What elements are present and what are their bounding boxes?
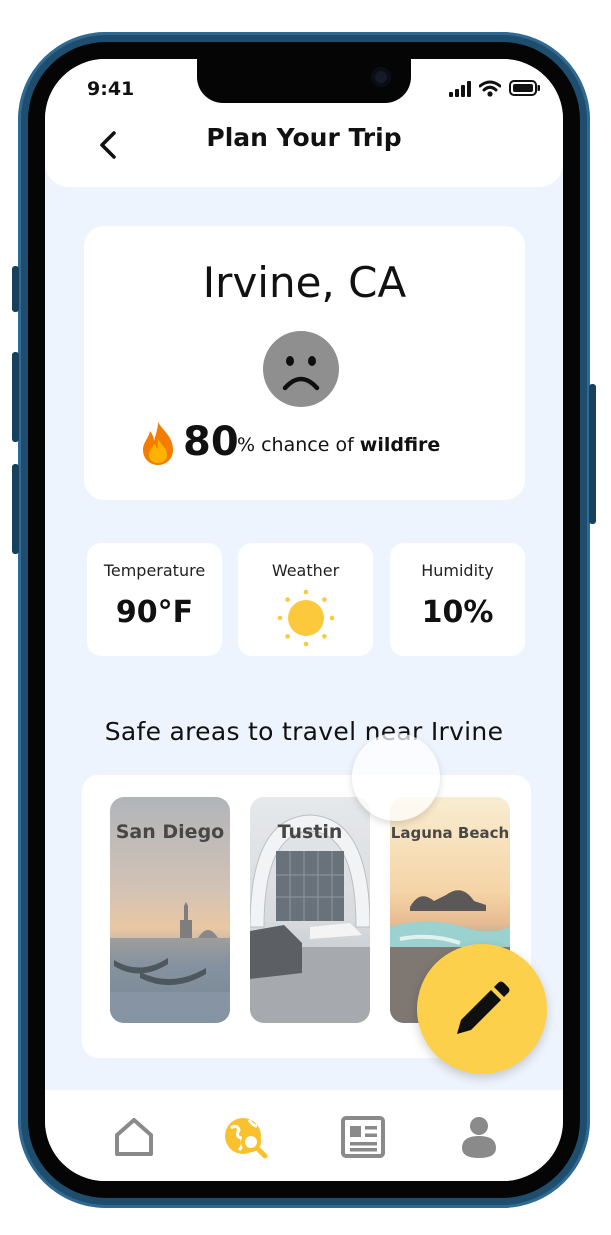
globe-search-icon[interactable] xyxy=(223,1114,269,1160)
sad-face-icon xyxy=(263,331,339,407)
edit-fab-button[interactable] xyxy=(417,944,547,1074)
mute-switch xyxy=(12,266,19,312)
power-button xyxy=(589,384,596,524)
pencil-icon xyxy=(457,981,510,1034)
status-time: 9:41 xyxy=(87,78,135,100)
notch xyxy=(197,59,411,103)
weather-card: Weather xyxy=(238,543,373,656)
city-name: Irvine, CA xyxy=(202,258,407,307)
touch-indicator xyxy=(352,733,440,821)
volume-down-button xyxy=(12,464,19,554)
wildfire-chance-text: % chance of wildfire xyxy=(237,434,440,456)
page-title: Plan Your Trip xyxy=(206,123,402,152)
wildfire-label: wildfire xyxy=(359,434,441,456)
temperature-card: Temperature 90°F xyxy=(87,543,222,656)
front-camera xyxy=(371,67,391,87)
sun-icon xyxy=(277,589,335,647)
news-icon[interactable] xyxy=(341,1116,385,1158)
battery-icon xyxy=(509,80,540,96)
location-card: Irvine, CA 80 % chance of wildfire xyxy=(84,226,525,500)
home-icon[interactable] xyxy=(113,1116,155,1158)
humidity-label: Humidity xyxy=(421,561,494,580)
volume-up-button xyxy=(12,352,19,442)
fire-icon xyxy=(143,422,173,465)
temperature-label: Temperature xyxy=(103,561,206,580)
temperature-value: 90°F xyxy=(115,595,194,630)
bottom-nav xyxy=(45,1090,563,1181)
wildfire-chance-prefix: % chance of xyxy=(237,434,360,456)
screen: 9:41 Plan Your Trip Irvine, CA 80 % chan… xyxy=(45,59,563,1181)
signal-icon xyxy=(449,81,471,97)
safe-areas-title: Safe areas to travel near Irvine xyxy=(104,717,504,746)
user-icon[interactable] xyxy=(459,1114,499,1158)
weather-label: Weather xyxy=(271,561,340,580)
wildfire-chance-value: 80 xyxy=(183,419,239,465)
wifi-icon xyxy=(479,80,501,97)
humidity-value: 10% xyxy=(421,595,494,630)
humidity-card: Humidity 10% xyxy=(390,543,525,656)
